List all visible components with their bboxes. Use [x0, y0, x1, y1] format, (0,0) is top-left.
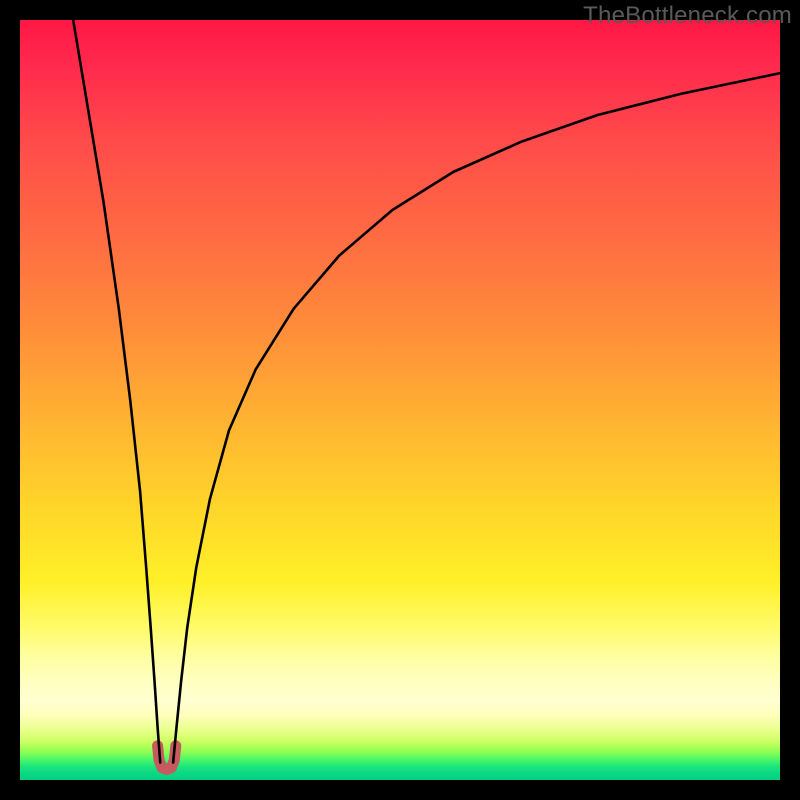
curve-left-branch [73, 20, 160, 763]
plot-area [20, 20, 780, 780]
chart-frame: TheBottleneck.com [0, 0, 800, 800]
curve-layer [20, 20, 780, 780]
watermark-text: TheBottleneck.com [583, 2, 792, 30]
curve-right-branch [173, 73, 780, 762]
